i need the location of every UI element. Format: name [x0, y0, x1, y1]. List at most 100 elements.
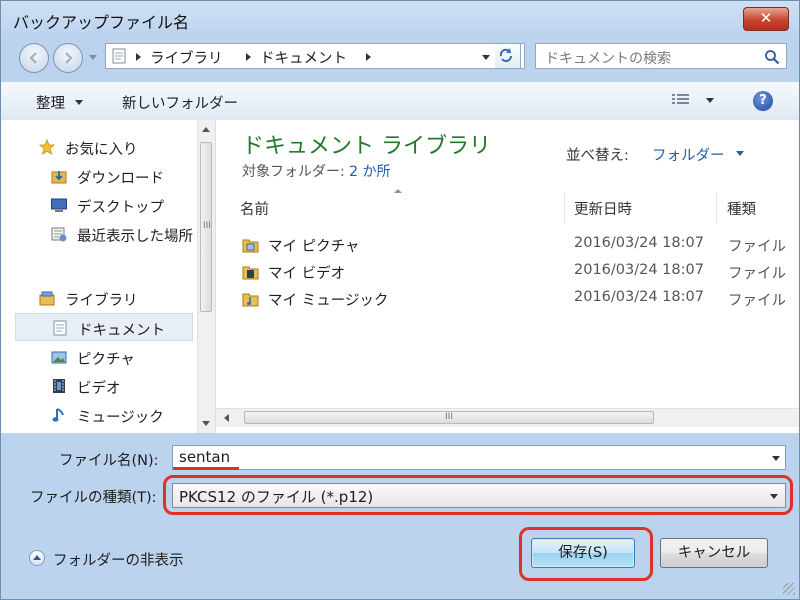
nav-label: お気に入り: [65, 142, 138, 158]
desktop-icon: [51, 198, 67, 212]
command-toolbar: 整理 新しいフォルダー ?: [1, 81, 799, 121]
back-button[interactable]: [19, 43, 49, 73]
library-title: ドキュメント ライブラリ: [242, 134, 491, 159]
view-dropdown-icon[interactable]: [706, 98, 714, 103]
file-list-pane: ドキュメント ライブラリ 対象フォルダー: 2 か所 並べ替え: フォルダー 名…: [216, 120, 799, 433]
breadcrumb-arrow-icon[interactable]: [136, 53, 141, 61]
scroll-left-arrow-icon[interactable]: [224, 414, 229, 422]
video-icon: [53, 379, 65, 393]
resize-grip-icon[interactable]: [783, 583, 795, 595]
breadcrumb-documents[interactable]: ドキュメント: [260, 47, 347, 68]
file-name: マイ ミュージック: [268, 293, 389, 309]
filename-label: ファイル名(N):: [59, 453, 159, 469]
refresh-icon: [499, 48, 512, 62]
library-subtitle: 対象フォルダー: 2 か所: [242, 161, 391, 181]
horizontal-scroll-thumb[interactable]: III: [244, 411, 654, 424]
pictures-folder-icon: [242, 239, 259, 253]
close-button[interactable]: ✕: [743, 7, 789, 31]
column-divider[interactable]: [716, 192, 717, 224]
star-icon: [39, 139, 55, 155]
scroll-down-arrow-icon[interactable]: [202, 421, 210, 426]
pictures-icon: [51, 351, 67, 364]
scroll-up-arrow-icon[interactable]: [202, 127, 210, 132]
cancel-button[interactable]: キャンセル: [660, 538, 768, 568]
column-divider[interactable]: [564, 192, 565, 224]
highlight-box-filetype: [163, 475, 793, 515]
nav-item-documents[interactable]: ドキュメント: [15, 313, 193, 341]
column-header-type[interactable]: 種類: [727, 192, 797, 222]
search-input[interactable]: ドキュメントの検索: [535, 43, 787, 69]
file-name: マイ ビデオ: [268, 266, 346, 282]
target-folders-label: 対象フォルダー:: [242, 164, 345, 180]
nav-item-favorites[interactable]: お気に入り: [1, 133, 197, 161]
sort-dropdown[interactable]: フォルダー: [652, 144, 725, 165]
file-row[interactable]: マイ ピクチャ 2016/03/24 18:07 ファイル: [236, 232, 796, 258]
sort-dropdown-icon[interactable]: [736, 151, 744, 156]
nav-item-libraries[interactable]: ライブラリ: [1, 284, 197, 312]
nav-item-recent-places[interactable]: 最近表示した場所: [1, 220, 197, 248]
file-type: ファイル: [728, 293, 786, 309]
address-row: ライブラリ ドキュメント ドキュメントの検索: [1, 37, 799, 77]
forward-button[interactable]: [53, 43, 83, 73]
breadcrumb-arrow-icon[interactable]: [366, 53, 371, 61]
download-folder-icon: [51, 171, 67, 184]
scroll-thumb[interactable]: III: [200, 142, 212, 312]
breadcrumb-libraries[interactable]: ライブラリ: [150, 47, 223, 68]
nav-item-videos[interactable]: ビデオ: [1, 372, 197, 400]
file-date: 2016/03/24 18:07: [574, 262, 704, 278]
new-folder-button[interactable]: 新しいフォルダー: [122, 92, 238, 113]
forward-arrow-icon: [65, 52, 73, 64]
help-button[interactable]: ?: [753, 91, 773, 111]
recent-places-icon: [51, 227, 67, 242]
organize-button[interactable]: 整理: [36, 92, 65, 113]
nav-label: ミュージック: [77, 410, 164, 426]
nav-label: ピクチャ: [77, 352, 135, 368]
save-dialog: バックアップファイル名 ✕ ライブラリ ドキュメント ドキュメントの検索 整理 …: [0, 0, 800, 600]
column-header-date[interactable]: 更新日時: [574, 192, 714, 222]
nav-label: ダウンロード: [77, 171, 164, 187]
nav-item-desktop[interactable]: デスクトップ: [1, 191, 197, 219]
file-type: ファイル: [728, 239, 786, 255]
sort-label: 並べ替え:: [566, 148, 629, 164]
address-bar[interactable]: ライブラリ ドキュメント: [105, 43, 525, 69]
file-date: 2016/03/24 18:07: [574, 235, 704, 251]
document-icon: [53, 320, 67, 336]
file-type: ファイル: [728, 266, 786, 282]
horizontal-scrollbar[interactable]: III: [216, 408, 799, 427]
organize-label: 整理: [36, 96, 65, 112]
file-date: 2016/03/24 18:07: [574, 289, 704, 305]
nav-item-pictures[interactable]: ピクチャ: [1, 343, 197, 371]
nav-label: 最近表示した場所: [77, 229, 193, 245]
music-icon: [52, 408, 64, 422]
hide-folders-label: フォルダーの非表示: [53, 553, 184, 569]
organize-dropdown-icon[interactable]: [75, 100, 83, 105]
file-name: マイ ピクチャ: [268, 239, 360, 255]
filename-input[interactable]: sentan: [172, 445, 786, 470]
nav-label: ビデオ: [77, 381, 121, 397]
search-placeholder: ドキュメントの検索: [545, 51, 671, 67]
nav-item-downloads[interactable]: ダウンロード: [1, 162, 197, 190]
music-folder-icon: [242, 293, 259, 307]
highlight-box-save: [519, 527, 653, 581]
column-header-name[interactable]: 名前: [240, 192, 560, 222]
search-icon[interactable]: [764, 49, 780, 65]
breadcrumb-arrow-icon[interactable]: [246, 53, 251, 61]
address-history-dropdown-icon[interactable]: [482, 55, 490, 60]
target-folders-link[interactable]: 2 か所: [349, 164, 390, 180]
window-title: バックアップファイル名: [13, 13, 190, 32]
back-arrow-icon: [29, 52, 37, 64]
highlight-underline: [173, 467, 239, 470]
recent-pages-dropdown-icon[interactable]: [89, 55, 97, 60]
file-row[interactable]: マイ ビデオ 2016/03/24 18:07 ファイル: [236, 259, 796, 285]
filename-dropdown-icon[interactable]: [772, 456, 780, 461]
nav-item-music[interactable]: ミュージック: [1, 401, 197, 429]
nav-label: デスクトップ: [77, 200, 164, 216]
document-icon: [112, 48, 126, 64]
refresh-button[interactable]: [495, 43, 521, 69]
view-options-icon[interactable]: [671, 93, 691, 107]
collapse-up-icon: [29, 550, 45, 566]
library-icon: [39, 291, 55, 306]
filetype-label: ファイルの種類(T):: [30, 490, 157, 506]
nav-scrollbar[interactable]: III: [197, 120, 215, 433]
file-row[interactable]: マイ ミュージック 2016/03/24 18:07 ファイル: [236, 286, 796, 312]
